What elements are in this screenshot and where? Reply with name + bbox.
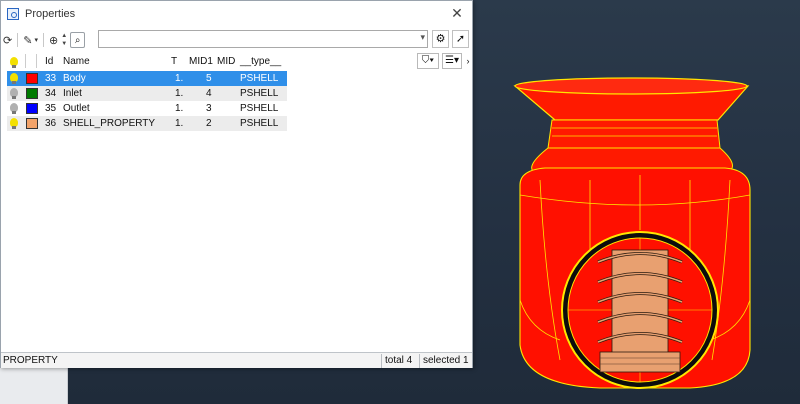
search-dropdown-icon[interactable]: ▾: [420, 32, 425, 43]
header-id[interactable]: Id: [45, 54, 53, 70]
header-name[interactable]: Name: [63, 54, 90, 70]
app-icon: [7, 8, 19, 20]
cell-t: 1.: [175, 118, 184, 129]
toolbar-separator: [17, 33, 19, 47]
title-bar[interactable]: Properties ✕: [1, 1, 472, 27]
status-entity-type: PROPERTY: [3, 355, 58, 366]
color-swatch[interactable]: [26, 88, 38, 99]
visibility-bulb-icon[interactable]: [10, 103, 18, 114]
cell-t: 1.: [175, 88, 184, 99]
visibility-bulb-icon[interactable]: [10, 88, 18, 99]
cell-type: PSHELL: [240, 103, 279, 114]
search-icon[interactable]: ⌕: [70, 32, 86, 48]
bulb-icon: [10, 57, 18, 68]
chevron-right-icon[interactable]: ›: [464, 53, 472, 69]
columns-icon[interactable]: ☰▾: [442, 53, 462, 69]
filter-icon[interactable]: ⛉▾: [417, 53, 439, 69]
cell-name: Inlet: [63, 88, 82, 99]
cell-name: SHELL_PROPERTY: [63, 118, 156, 129]
cell-id: 33: [45, 73, 57, 84]
table-row[interactable]: 35 Outlet 1. 3 PSHELL: [7, 101, 287, 116]
toolbar-separator: [42, 33, 44, 47]
magnifier-plus-icon[interactable]: ⊕: [49, 32, 58, 48]
cell-mid1: 3: [206, 103, 212, 114]
cell-id: 34: [45, 88, 57, 99]
settings-gear-icon[interactable]: ⚙: [432, 30, 449, 48]
table-row[interactable]: 34 Inlet 1. 4 PSHELL: [7, 86, 287, 101]
visibility-bulb-icon[interactable]: [10, 118, 18, 129]
status-divider: [419, 354, 420, 368]
toolbar: ⟳ ✎ ▾ ⊕ ▲ ▼ ⌕ ▾ ⚙ ➚: [1, 30, 472, 50]
cell-mid1: 4: [206, 88, 212, 99]
header-t[interactable]: T: [171, 54, 177, 70]
table-row[interactable]: 36 SHELL_PROPERTY 1. 2 PSHELL: [7, 116, 287, 131]
status-selected: selected 1: [423, 355, 469, 366]
cell-name: Outlet: [63, 103, 90, 114]
cell-t: 1.: [175, 73, 184, 84]
search-input[interactable]: ▾: [98, 30, 428, 48]
chevron-down-icon[interactable]: ▾: [34, 32, 38, 48]
cell-type: PSHELL: [240, 88, 279, 99]
close-button[interactable]: ✕: [450, 6, 464, 20]
cell-id: 35: [45, 103, 57, 114]
status-divider: [381, 354, 382, 368]
color-column-header[interactable]: [25, 54, 37, 68]
zoom-stepper[interactable]: ▲ ▼: [60, 32, 68, 48]
cell-id: 36: [45, 118, 57, 129]
table-header: Id Name T MID1 MID __type__ ⛉▾ ☰▾ ›: [7, 53, 470, 70]
properties-window[interactable]: Properties ✕ ⟳ ✎ ▾ ⊕ ▲ ▼ ⌕ ▾ ⚙ ➚ Id Name …: [0, 0, 473, 368]
header-mid[interactable]: MID: [217, 54, 235, 70]
brush-icon[interactable]: ✎: [23, 32, 32, 48]
visibility-bulb-icon[interactable]: [10, 73, 18, 84]
cell-mid1: 5: [206, 73, 212, 84]
cell-type: PSHELL: [240, 118, 279, 129]
cursor-pick-icon[interactable]: ➚: [452, 30, 469, 48]
properties-table: 33 Body 1. 5 PSHELL 34 Inlet 1. 4 PSHELL…: [7, 71, 287, 131]
window-title: Properties: [25, 8, 76, 20]
header-mid1[interactable]: MID1: [189, 54, 213, 70]
cell-mid1: 2: [206, 118, 212, 129]
cell-name: Body: [63, 73, 86, 84]
color-swatch[interactable]: [26, 73, 38, 84]
color-swatch[interactable]: [26, 103, 38, 114]
status-total: total 4: [385, 355, 413, 366]
header-type[interactable]: __type__: [240, 54, 281, 70]
cell-type: PSHELL: [240, 73, 279, 84]
refresh-icon[interactable]: ⟳: [3, 32, 12, 48]
color-swatch[interactable]: [26, 118, 38, 129]
status-bar: PROPERTY total 4 selected 1: [1, 352, 472, 368]
cell-t: 1.: [175, 103, 184, 114]
table-row[interactable]: 33 Body 1. 5 PSHELL: [7, 71, 287, 86]
